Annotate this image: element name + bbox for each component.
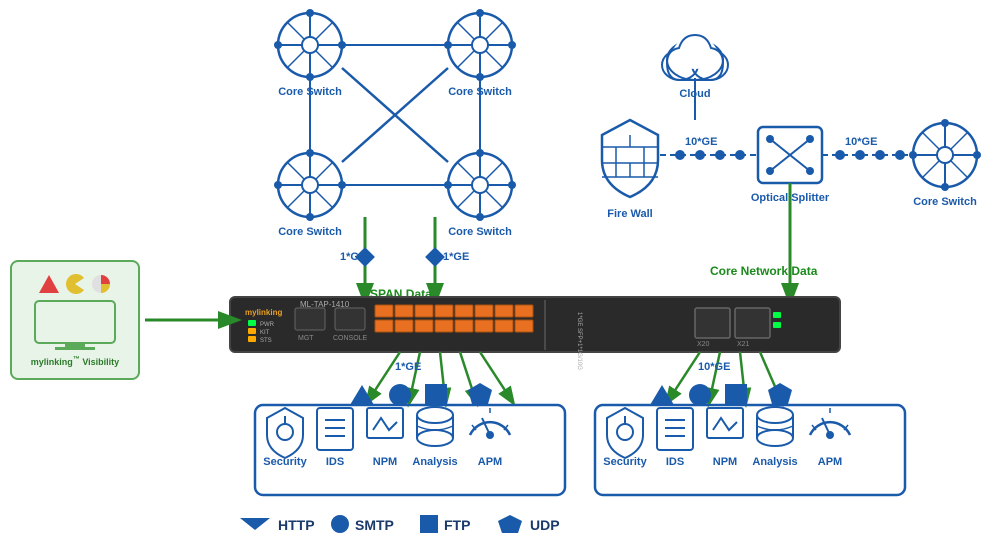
svg-text:NPM: NPM: [373, 456, 397, 468]
ge-bottom-left-label: 1*GE: [395, 361, 421, 373]
ge-label-span-right: 1*GE: [443, 251, 469, 263]
svg-text:Core Switch: Core Switch: [278, 226, 342, 238]
svg-text:Core Switch: Core Switch: [913, 196, 977, 208]
svg-text:CONSOLE: CONSOLE: [333, 335, 368, 342]
right-tool-box: [595, 405, 905, 495]
svg-text:KIT: KIT: [260, 330, 270, 336]
svg-text:MGT: MGT: [298, 335, 314, 342]
svg-text:FTP: FTP: [444, 517, 470, 533]
svg-text:APM: APM: [818, 456, 842, 468]
ge-label-fw-right: 10*GE: [845, 136, 877, 148]
svg-text:UDP: UDP: [530, 517, 560, 533]
ge-label-fw-left: 10*GE: [685, 136, 717, 148]
svg-text:Fire Wall: Fire Wall: [607, 208, 652, 220]
main-diagram-svg: Core Switch Core Switch: [0, 0, 1000, 551]
svg-text:NPM: NPM: [713, 456, 737, 468]
svg-text:Analysis: Analysis: [752, 456, 797, 468]
ge-label-span-left: 1*GE: [340, 251, 366, 263]
left-tool-box: [255, 405, 565, 495]
core-switch-br: Core Switch: [444, 149, 516, 238]
svg-text:mylinking: mylinking: [245, 308, 282, 317]
ge-bottom-right-label: 10*GE: [698, 361, 730, 373]
svg-text:1*GE SFP+1*1G/10G: 1*GE SFP+1*1G/10G: [576, 312, 582, 370]
svg-text:APM: APM: [478, 456, 502, 468]
svg-text:PWR: PWR: [260, 322, 275, 328]
svg-text:Core Switch: Core Switch: [448, 226, 512, 238]
svg-text:Analysis: Analysis: [412, 456, 457, 468]
svg-text:IDS: IDS: [326, 456, 344, 468]
firewall-icon: Fire Wall: [602, 120, 658, 220]
svg-text:Security: Security: [603, 456, 647, 468]
svg-text:X20: X20: [697, 341, 710, 348]
svg-text:Security: Security: [263, 456, 307, 468]
core-switch-bl: Core Switch: [274, 149, 346, 238]
svg-text:ML-TAP-1410: ML-TAP-1410: [300, 300, 350, 309]
core-network-label: Core Network Data: [710, 264, 818, 278]
svg-text:X21: X21: [737, 341, 750, 348]
svg-text:STS: STS: [260, 338, 272, 344]
svg-text:HTTP: HTTP: [278, 517, 315, 533]
svg-text:SMTP: SMTP: [355, 517, 394, 533]
core-switch-far-right: Core Switch: [909, 119, 981, 208]
diagram-container: mylinking™ Visibility: [0, 0, 1000, 551]
svg-text:IDS: IDS: [666, 456, 684, 468]
